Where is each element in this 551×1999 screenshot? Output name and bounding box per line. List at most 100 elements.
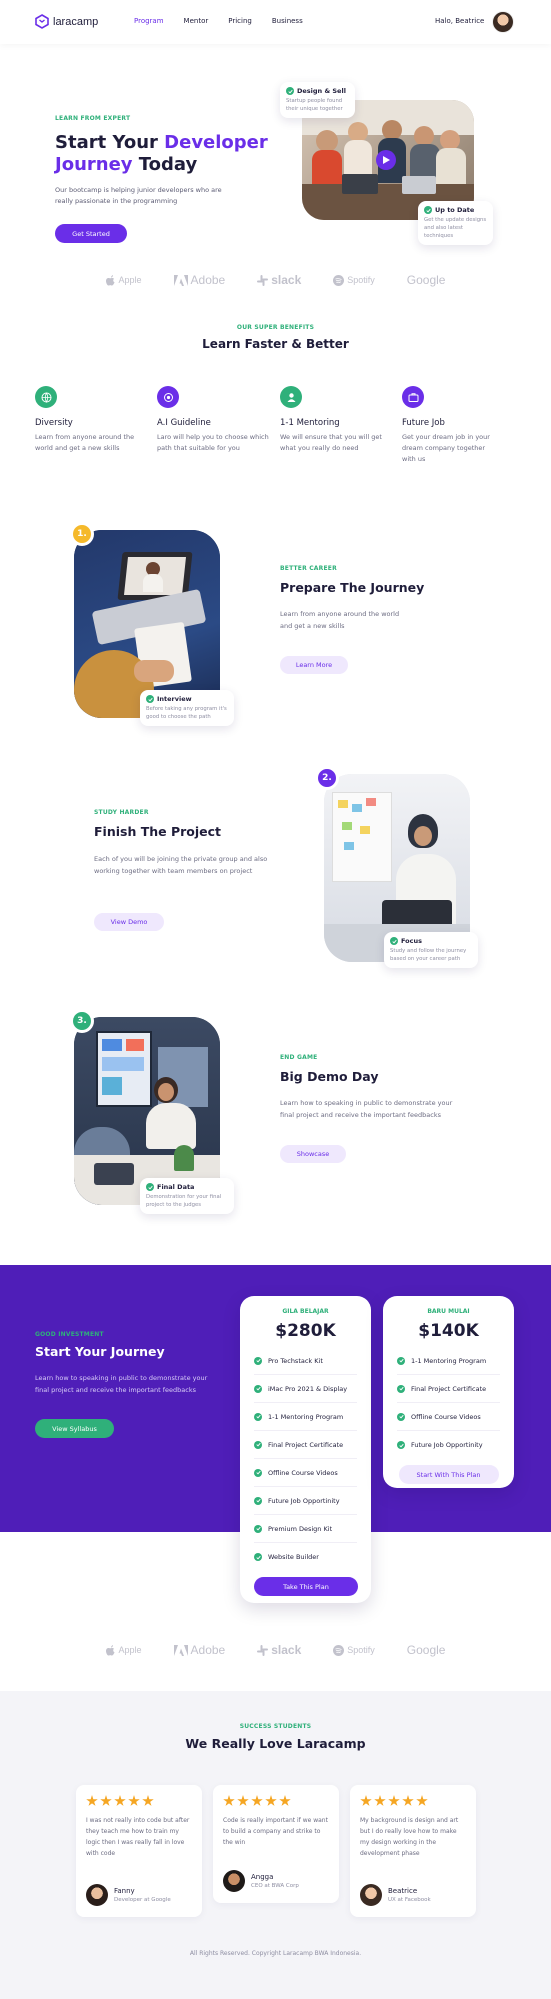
step3-badge: 3. bbox=[70, 1009, 94, 1033]
check-icon bbox=[397, 1412, 405, 1421]
check-icon bbox=[254, 1412, 262, 1421]
check-icon bbox=[146, 1183, 154, 1191]
hero-title-part2: Today bbox=[132, 154, 198, 175]
step2-title: Finish The Project bbox=[94, 824, 222, 839]
nav-link-pricing[interactable]: Pricing bbox=[228, 17, 252, 25]
hero-title: Start Your Developer Journey Today bbox=[55, 132, 275, 176]
showcase-button[interactable]: Showcase bbox=[280, 1145, 346, 1163]
take-this-plan-button[interactable]: Take This Plan bbox=[254, 1577, 358, 1596]
plan-feature: Final Project Certificate bbox=[397, 1375, 500, 1403]
step3-card-title: Final Data bbox=[157, 1183, 195, 1191]
check-icon bbox=[146, 695, 154, 703]
pricing-desc: Learn how to speaking in public to demon… bbox=[35, 1374, 208, 1394]
benefit-desc: Learn from anyone around the world and g… bbox=[35, 433, 135, 452]
hero-card-design: Design & Sell Startup people found their… bbox=[280, 82, 355, 118]
apple-icon bbox=[105, 1644, 114, 1655]
rating-stars bbox=[360, 1795, 466, 1807]
adobe-logo: Adobe bbox=[173, 1643, 225, 1657]
slack-logo: slack bbox=[257, 273, 301, 287]
brand-logo-icon bbox=[35, 14, 49, 29]
get-started-button[interactable]: Get Started bbox=[55, 224, 127, 243]
brand[interactable]: laracamp bbox=[35, 14, 98, 29]
check-icon bbox=[254, 1384, 262, 1393]
benefit-title: Future Job bbox=[402, 418, 445, 428]
step1-card: Interview Before taking any program it's… bbox=[140, 690, 234, 726]
benefit-icon-bg bbox=[157, 386, 179, 408]
star-icon bbox=[402, 1795, 414, 1806]
user-icon bbox=[287, 392, 295, 402]
avatar bbox=[223, 1870, 245, 1892]
brand-name: laracamp bbox=[53, 15, 99, 28]
check-icon bbox=[397, 1356, 405, 1365]
author-name: Angga bbox=[251, 1873, 274, 1881]
plan-feature: 1-1 Mentoring Program bbox=[397, 1347, 500, 1375]
play-button[interactable] bbox=[376, 150, 396, 170]
nav-links: Program Mentor Pricing Business bbox=[134, 17, 303, 25]
apple-logo: Apple bbox=[105, 274, 142, 286]
step1-badge: 1. bbox=[70, 522, 94, 546]
author-name: Fanny bbox=[114, 1887, 135, 1895]
check-icon bbox=[397, 1384, 405, 1393]
hero-card-update-title: Up to Date bbox=[435, 206, 475, 214]
slack-icon bbox=[257, 274, 269, 286]
benefit-desc: Get your dream job in your dream company… bbox=[402, 433, 490, 463]
play-icon bbox=[382, 156, 390, 164]
user-greeting[interactable]: Halo, Beatrice bbox=[435, 17, 484, 25]
testimonial-text: I was not really into code but after the… bbox=[86, 1817, 190, 1857]
benefit-ai-guideline: A.I Guideline Laro will help you to choo… bbox=[157, 386, 272, 454]
benefit-icon-bg bbox=[35, 386, 57, 408]
plan-card-baru-mulai: BARU MULAI $140K 1-1 Mentoring Program F… bbox=[383, 1296, 514, 1488]
plan-feature: Offline Course Videos bbox=[397, 1403, 500, 1431]
apple-logo: Apple bbox=[105, 1644, 142, 1656]
start-with-this-plan-button[interactable]: Start With This Plan bbox=[398, 1465, 499, 1484]
step1-eyebrow: BETTER CAREER bbox=[280, 565, 337, 572]
benefit-desc: Laro will help you to choose which path … bbox=[157, 433, 269, 452]
rating-stars bbox=[223, 1795, 329, 1807]
star-icon bbox=[388, 1795, 400, 1806]
step3-eyebrow: END GAME bbox=[280, 1054, 318, 1061]
benefit-title: A.I Guideline bbox=[157, 418, 211, 428]
plan-feature: Future Job Opportinity bbox=[254, 1487, 357, 1515]
star-icon bbox=[251, 1795, 263, 1806]
hero-card-design-desc: Startup people found their unique togeth… bbox=[286, 98, 343, 112]
star-icon bbox=[100, 1795, 112, 1806]
star-icon bbox=[374, 1795, 386, 1806]
step1-card-desc: Before taking any program it's good to c… bbox=[146, 706, 227, 720]
step2-eyebrow: STUDY HARDER bbox=[94, 809, 149, 816]
testimonial-text: Code is really important if we want to b… bbox=[223, 1817, 328, 1846]
view-demo-button[interactable]: View Demo bbox=[94, 913, 164, 931]
testimonial-author: Beatrice UX at Facebook bbox=[360, 1884, 431, 1906]
benefits-title: Learn Faster & Better bbox=[202, 337, 349, 351]
plan-feature: Final Project Certificate bbox=[254, 1431, 357, 1459]
step2-card-desc: Study and follow the journey based on yo… bbox=[390, 948, 467, 962]
slack-icon bbox=[257, 1644, 269, 1656]
star-icon bbox=[142, 1795, 154, 1806]
plan-price: $280K bbox=[275, 1321, 336, 1341]
hero-description: Our bootcamp is helping junior developer… bbox=[55, 186, 222, 205]
check-icon bbox=[286, 87, 294, 95]
spotify-logo: Spotify bbox=[333, 274, 375, 286]
spotify-icon bbox=[333, 274, 345, 286]
nav-link-business[interactable]: Business bbox=[272, 17, 303, 25]
learn-more-button[interactable]: Learn More bbox=[280, 656, 348, 674]
author-role: UX at Facebook bbox=[388, 1897, 431, 1903]
view-syllabus-button[interactable]: View Syllabus bbox=[35, 1419, 114, 1438]
plan-feature: Future Job Opportinity bbox=[397, 1431, 500, 1459]
google-logo: Google bbox=[406, 273, 446, 287]
star-icon bbox=[416, 1795, 428, 1806]
nav-link-program[interactable]: Program bbox=[134, 17, 164, 25]
pricing-title: Start Your Journey bbox=[35, 1344, 165, 1359]
hero-title-highlight2: Journey bbox=[55, 154, 133, 175]
nav-link-mentor[interactable]: Mentor bbox=[184, 17, 209, 25]
plan-feature: Premium Design Kit bbox=[254, 1515, 357, 1543]
adobe-logo: Adobe bbox=[173, 273, 225, 287]
benefit-icon-bg bbox=[402, 386, 424, 408]
benefit-diversity: Diversity Learn from anyone around the w… bbox=[35, 386, 145, 454]
user-avatar[interactable] bbox=[492, 11, 514, 33]
testimonial-text: My background is design and art but I do… bbox=[360, 1817, 459, 1857]
author-role: Developer at Google bbox=[114, 1897, 171, 1903]
spotify-icon bbox=[333, 1644, 345, 1656]
adobe-icon bbox=[173, 1644, 188, 1656]
step2-desc: Each of you will be joining the private … bbox=[94, 855, 268, 875]
check-icon bbox=[254, 1524, 262, 1533]
